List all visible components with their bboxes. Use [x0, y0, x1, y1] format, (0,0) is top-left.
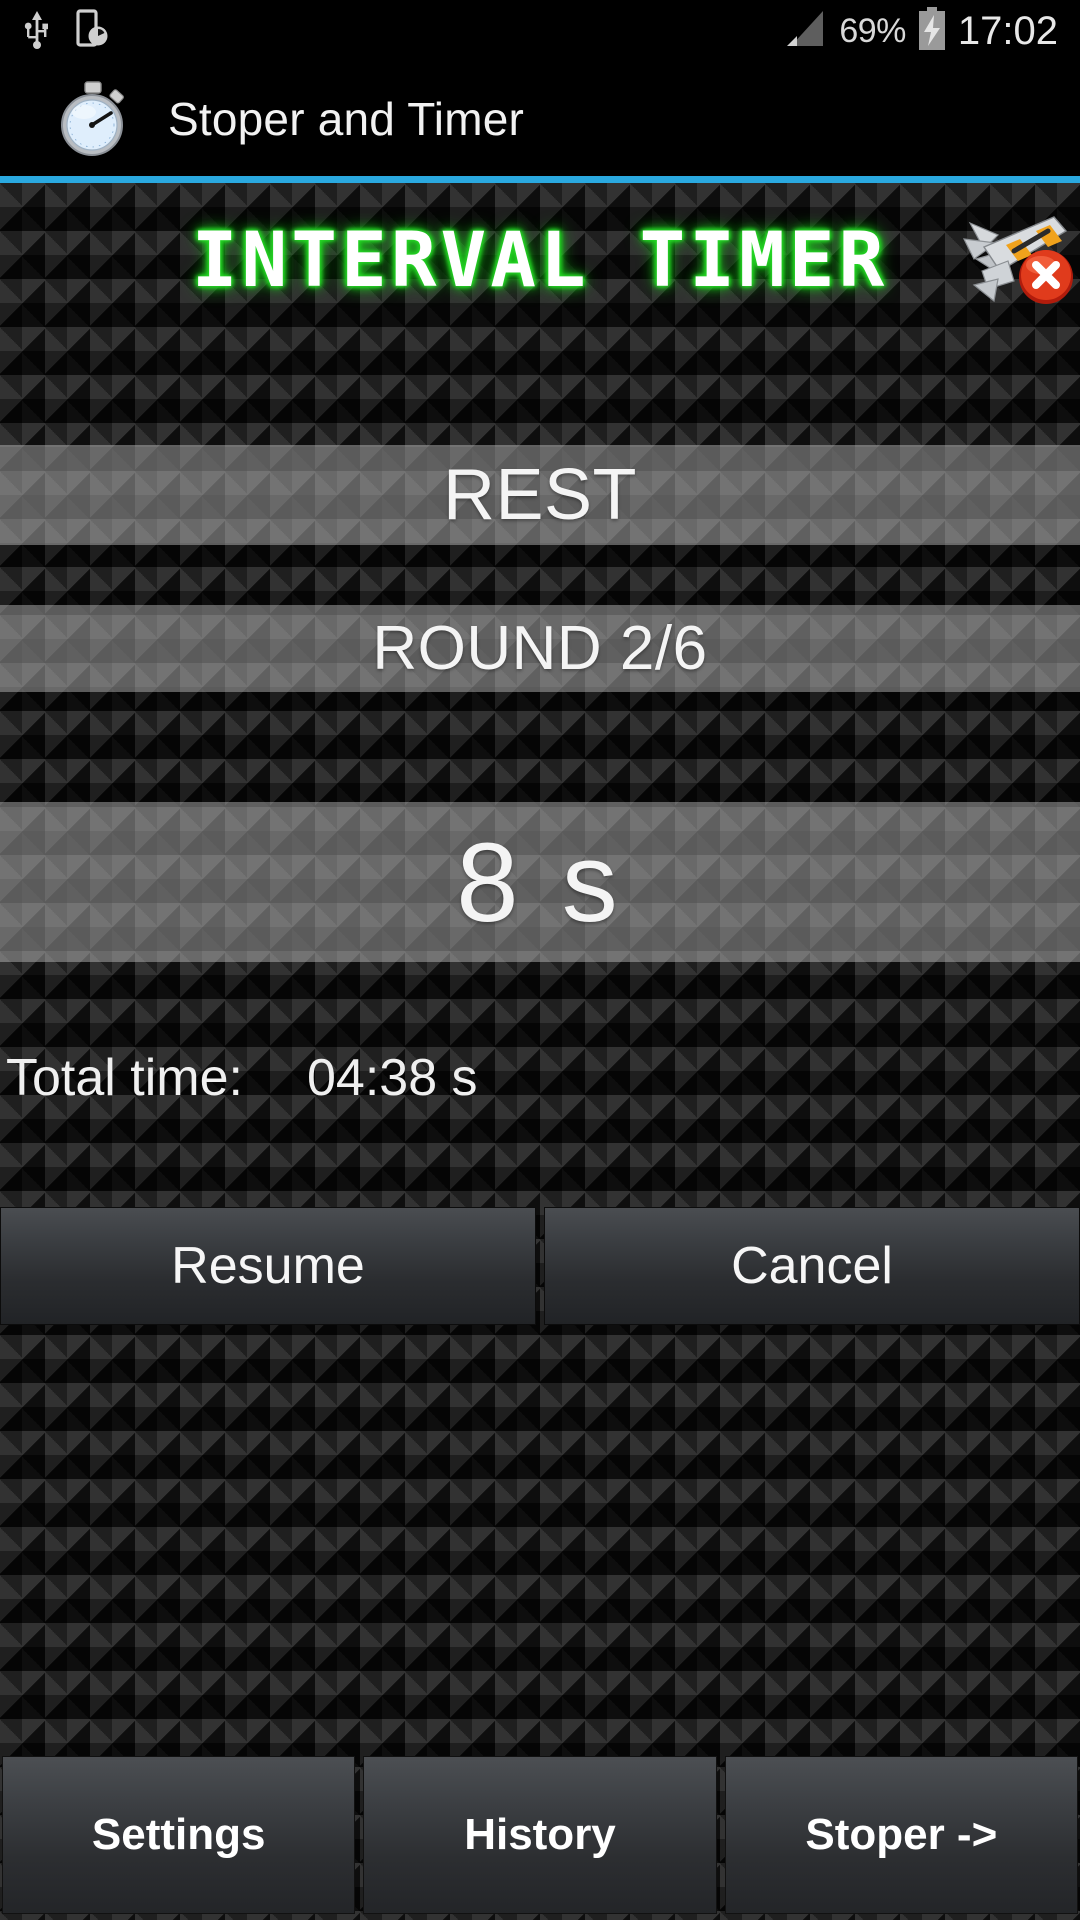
sound-mute-toggle[interactable] [954, 189, 1076, 307]
usb-icon [22, 9, 52, 54]
app-title: Stoper and Timer [168, 93, 525, 145]
total-time-value: 04:38 s [306, 1049, 478, 1107]
status-bar-right-icons: 69% 17:02 [783, 6, 1080, 56]
total-time-label: Total time: [6, 1049, 243, 1107]
stopwatch-icon [54, 80, 132, 158]
battery-charging-icon [916, 6, 948, 56]
clock-label: 17:02 [957, 8, 1058, 53]
accent-divider [0, 176, 1080, 183]
close-badge-icon [1019, 250, 1073, 304]
battery-percent-label: 69% [839, 11, 906, 50]
screen-title-row: INTERVAL TIMER [0, 183, 1080, 358]
settings-button-label: Settings [91, 1810, 266, 1859]
stoper-button-label: Stoper -> [805, 1810, 998, 1859]
status-bar: 69% 17:02 [0, 0, 1080, 62]
bottom-navigation: Settings History Stoper -> [0, 1752, 1080, 1920]
history-button[interactable]: History [363, 1756, 717, 1914]
phase-band: REST [0, 445, 1080, 545]
cancel-button-label: Cancel [731, 1237, 893, 1295]
timer-content: INTERVAL TIMER REST ROUND 2/6 8 s Total … [0, 183, 1080, 1920]
round-label: ROUND 2/6 [372, 614, 708, 683]
page-title: INTERVAL TIMER [191, 215, 889, 304]
resume-button-label: Resume [171, 1237, 365, 1295]
total-time-row: Total time: 04:38 s [0, 1038, 1080, 1118]
cancel-button[interactable]: Cancel [544, 1207, 1080, 1325]
history-button-label: History [464, 1810, 616, 1859]
phase-label: REST [442, 455, 638, 535]
signal-icon [783, 8, 829, 55]
round-band: ROUND 2/6 [0, 605, 1080, 692]
resume-button[interactable]: Resume [0, 1207, 536, 1325]
stoper-button[interactable]: Stoper -> [724, 1756, 1078, 1914]
countdown-band: 8 s [0, 802, 1080, 962]
action-bar: Stoper and Timer [0, 62, 1080, 176]
countdown-value: 8 s [456, 819, 624, 945]
status-bar-left-icons [0, 8, 110, 54]
device-clock-icon [76, 8, 110, 54]
settings-button[interactable]: Settings [2, 1756, 356, 1914]
control-button-row: Resume Cancel [0, 1207, 1080, 1325]
phone-screen: 69% 17:02 Stoper and Timer INTERVAL TIME… [0, 0, 1080, 1920]
